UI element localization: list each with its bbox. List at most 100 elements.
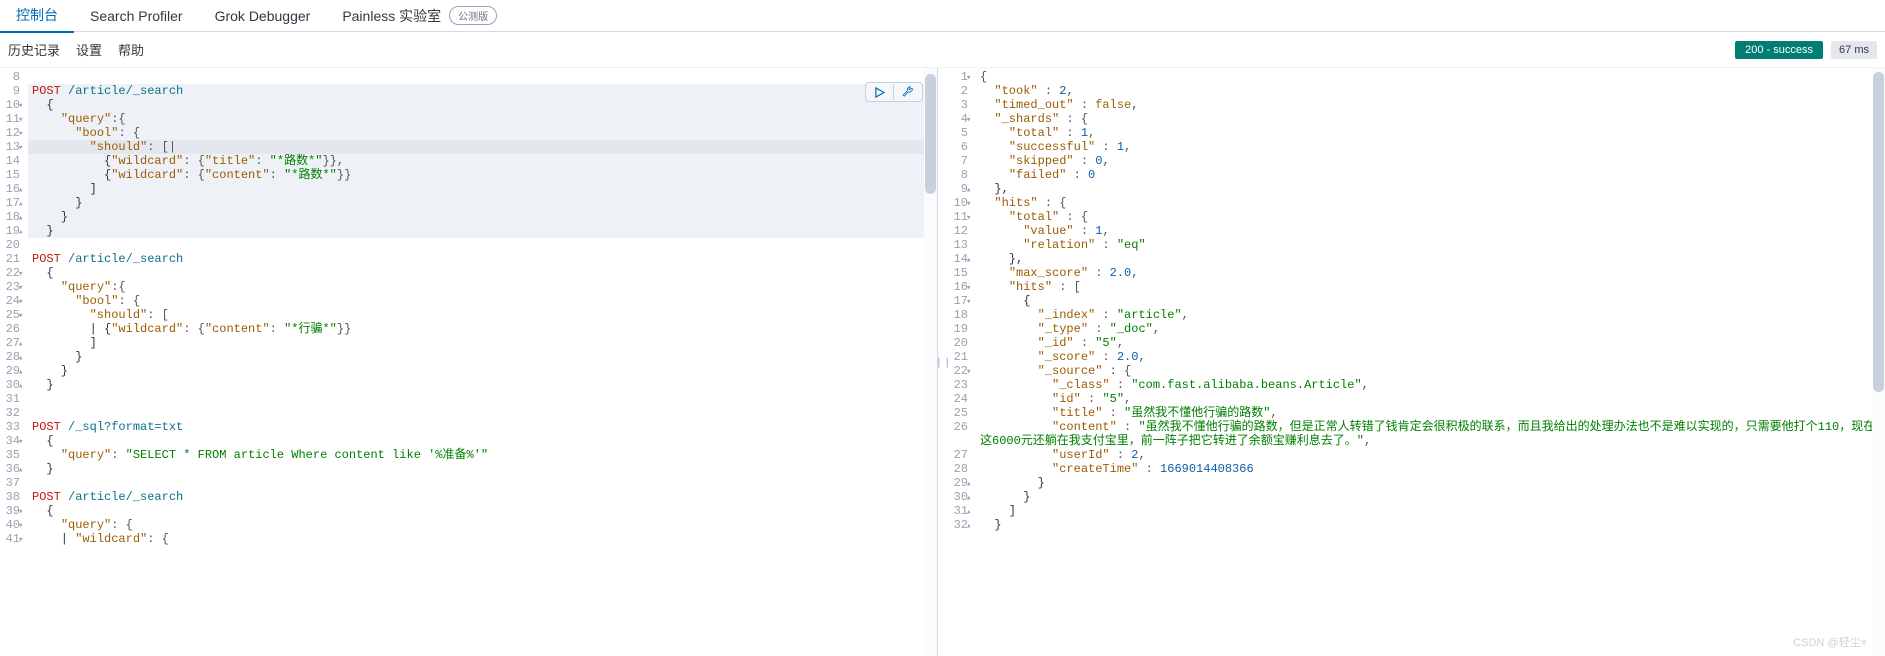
fold-toggle[interactable]: ▾ [966,365,971,379]
request-line[interactable]: ] [28,182,937,196]
response-line[interactable]: "hits" : [ [976,280,1885,294]
help-link[interactable]: 帮助 [118,40,144,59]
response-line[interactable]: "_class" : "com.fast.alibaba.beans.Artic… [976,378,1885,392]
response-line[interactable]: "_index" : "article", [976,308,1885,322]
fold-toggle[interactable]: ▾ [18,519,23,533]
request-line[interactable]: } [28,378,937,392]
request-line[interactable]: "should": [| [28,140,937,154]
request-line[interactable]: POST /article/_search [28,490,937,504]
fold-toggle[interactable]: ▾ [18,99,23,113]
fold-toggle[interactable]: ▾ [966,281,971,295]
request-line[interactable]: | {"wildcard": {"content": "*行骗*"}} [28,322,937,336]
fold-toggle[interactable]: ▴ [18,337,23,351]
fold-toggle[interactable]: ▾ [966,211,971,225]
request-line[interactable]: "query": "SELECT * FROM article Where co… [28,448,937,462]
request-line[interactable] [28,406,937,420]
response-line[interactable]: "max_score" : 2.0, [976,266,1885,280]
tab-console[interactable]: 控制台 [0,0,74,33]
request-line[interactable] [28,238,937,252]
request-line[interactable]: } [28,210,937,224]
response-line[interactable]: } [976,490,1885,504]
request-line[interactable]: { [28,434,937,448]
response-line[interactable]: "failed" : 0 [976,168,1885,182]
tab-search-profiler[interactable]: Search Profiler [74,2,199,30]
request-line[interactable] [28,476,937,490]
fold-toggle[interactable]: ▴ [966,253,971,267]
fold-toggle[interactable]: ▾ [966,71,971,85]
response-line[interactable]: "content" : "虽然我不懂他行骗的路数，但是正常人转错了钱肯定会很积极… [976,420,1885,448]
fold-toggle[interactable]: ▴ [18,197,23,211]
fold-toggle[interactable]: ▾ [18,267,23,281]
request-line[interactable] [28,70,937,84]
response-line[interactable]: "title" : "虽然我不懂他行骗的路数", [976,406,1885,420]
request-line[interactable]: } [28,196,937,210]
response-line[interactable]: "successful" : 1, [976,140,1885,154]
tab-painless-lab[interactable]: Painless 实验室 公测版 [326,0,513,32]
request-line[interactable]: POST /article/_search [28,252,937,266]
run-button[interactable] [866,84,893,101]
response-line[interactable]: "_score" : 2.0, [976,350,1885,364]
fold-toggle[interactable]: ▾ [18,127,23,141]
response-line[interactable]: "total" : 1, [976,126,1885,140]
request-line[interactable]: { [28,98,937,112]
request-line[interactable]: | "wildcard": { [28,532,937,546]
request-line[interactable]: { [28,504,937,518]
fold-toggle[interactable]: ▾ [18,435,23,449]
fold-toggle[interactable]: ▾ [966,113,971,127]
pane-divider[interactable]: ❘❘ [938,68,948,656]
response-line[interactable]: "took" : 2, [976,84,1885,98]
fold-toggle[interactable]: ▴ [966,183,971,197]
request-line[interactable]: "bool": { [28,294,937,308]
response-line[interactable]: { [976,70,1885,84]
response-line[interactable]: "value" : 1, [976,224,1885,238]
fold-toggle[interactable]: ▾ [966,197,971,211]
request-line[interactable]: } [28,462,937,476]
request-line[interactable]: } [28,364,937,378]
response-line[interactable]: "_id" : "5", [976,336,1885,350]
response-line[interactable]: "skipped" : 0, [976,154,1885,168]
fold-toggle[interactable]: ▴ [966,477,971,491]
fold-toggle[interactable]: ▾ [18,295,23,309]
request-line[interactable]: "query":{ [28,280,937,294]
fold-toggle[interactable]: ▴ [18,225,23,239]
request-line[interactable]: "bool": { [28,126,937,140]
fold-toggle[interactable]: ▾ [18,533,23,547]
request-line[interactable]: {"wildcard": {"content": "*路数*"}} [28,168,937,182]
fold-toggle[interactable]: ▾ [18,281,23,295]
response-line[interactable]: "timed_out" : false, [976,98,1885,112]
response-scrollbar[interactable] [1872,68,1885,656]
tab-grok-debugger[interactable]: Grok Debugger [199,2,327,30]
response-line[interactable]: } [976,476,1885,490]
request-line[interactable]: POST /_sql?format=txt [28,420,937,434]
fold-toggle[interactable]: ▴ [966,505,971,519]
request-editor[interactable]: 8910▾11▾12▾13▾141516▴17▴18▴19▴202122▾23▾… [0,68,937,656]
response-line[interactable]: }, [976,252,1885,266]
request-line[interactable]: } [28,350,937,364]
request-line[interactable]: "query": { [28,518,937,532]
request-options-button[interactable] [894,83,922,101]
fold-toggle[interactable]: ▾ [18,505,23,519]
request-line[interactable]: POST /article/_search [28,84,937,98]
fold-toggle[interactable]: ▾ [18,141,23,155]
fold-toggle[interactable]: ▴ [966,519,971,533]
response-line[interactable]: "id" : "5", [976,392,1885,406]
response-line[interactable]: "total" : { [976,210,1885,224]
request-line[interactable]: {"wildcard": {"title": "*路数*"}}, [28,154,937,168]
response-line[interactable]: "hits" : { [976,196,1885,210]
response-line[interactable]: "_source" : { [976,364,1885,378]
request-line[interactable]: ] [28,336,937,350]
request-line[interactable] [28,392,937,406]
fold-toggle[interactable]: ▴ [18,463,23,477]
fold-toggle[interactable]: ▴ [18,351,23,365]
fold-toggle[interactable]: ▾ [966,295,971,309]
response-line[interactable]: { [976,294,1885,308]
response-line[interactable]: "relation" : "eq" [976,238,1885,252]
fold-toggle[interactable]: ▾ [18,113,23,127]
request-line[interactable]: "should": [ [28,308,937,322]
fold-toggle[interactable]: ▴ [18,183,23,197]
response-editor[interactable]: 1▾234▾56789▴10▾11▾121314▴1516▾17▾1819202… [948,68,1885,656]
request-line[interactable]: { [28,266,937,280]
fold-toggle[interactable]: ▾ [18,309,23,323]
fold-toggle[interactable]: ▴ [18,211,23,225]
history-link[interactable]: 历史记录 [8,40,60,59]
